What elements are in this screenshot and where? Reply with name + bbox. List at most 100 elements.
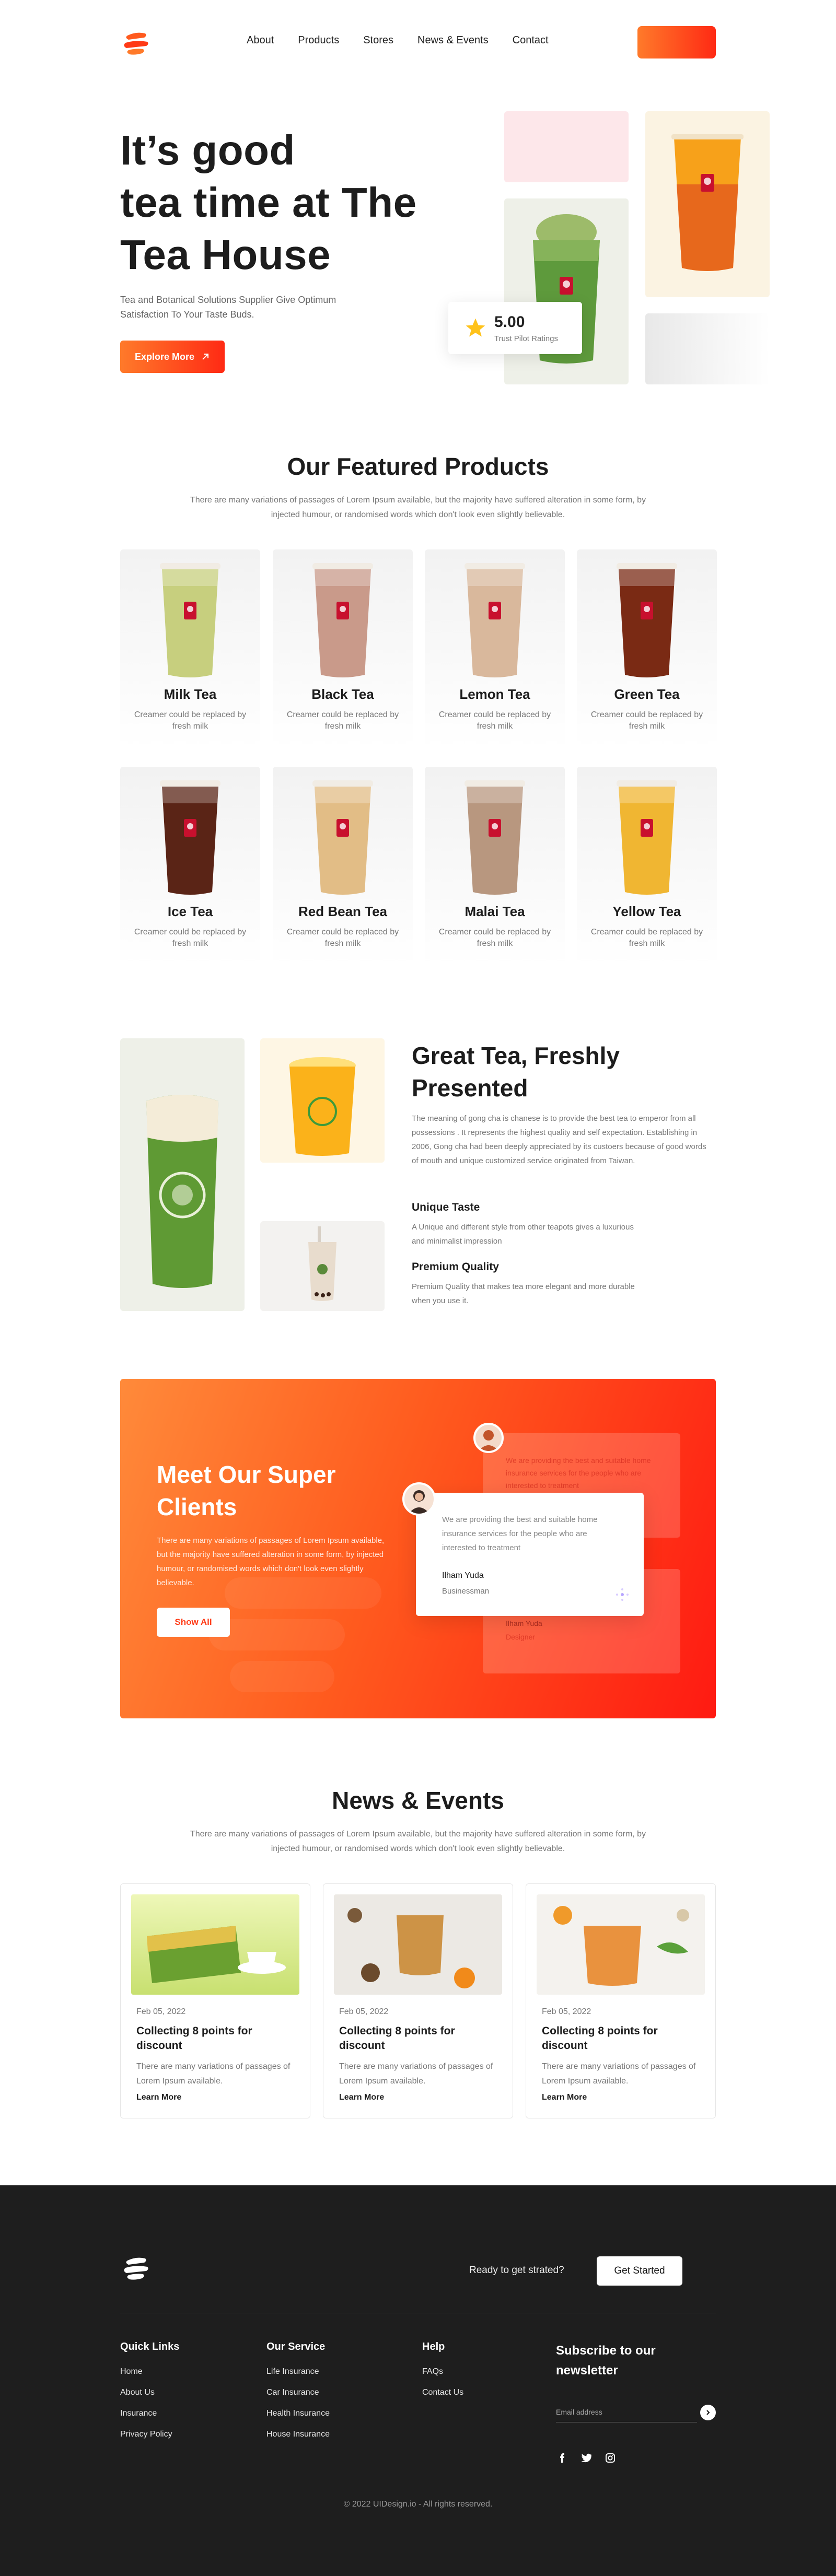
footer-link-health-insurance[interactable]: Health Insurance [266,2409,330,2418]
quote-icon [616,1588,629,1601]
product-card[interactable]: Red Bean Tea Creamer could be replaced by… [273,767,413,965]
nav-link-news-events[interactable]: News & Events [417,34,489,46]
product-description: Creamer could be replaced by fresh milk [286,710,399,731]
news-desc: There are many variations of passages of… [339,2062,493,2086]
product-card[interactable]: Black Tea Creamer could be replaced by fr… [273,549,413,748]
help-title: Help [422,2341,445,2352]
unique-taste-text: A Unique and different style from other … [412,1223,634,1246]
news-date: Feb 05, 2022 [339,2007,389,2016]
newsletter-submit-button[interactable] [700,2405,716,2420]
news-date: Feb 05, 2022 [136,2007,186,2016]
nav-link-contact[interactable]: Contact [513,34,549,46]
hero-title: It’s good tea time at The Tea House [120,124,455,281]
green-tea-cup-image [533,214,600,364]
chevron-right-icon [706,2410,710,2415]
get-started-button[interactable]: Get Started [597,2256,682,2286]
show-all-button[interactable]: Show All [157,1608,230,1637]
footer-link-contact-us[interactable]: Contact Us [422,2388,463,2397]
nav-link-about[interactable]: About [247,34,274,46]
news-desc: There are many variations of passages of… [542,2062,696,2086]
ghost-testimonial-text: We are providing the best and suitable h… [506,1456,651,1490]
news-card[interactable]: Feb 05, 2022 Collecting 8 points for dis… [526,1883,716,2118]
nav-cta-button[interactable] [637,26,716,58]
explore-more-button[interactable]: Explore More [120,341,225,373]
tea-house-logo-icon[interactable] [120,27,154,61]
product-description: Creamer could be replaced by fresh milk [590,928,703,948]
boba-cup-image [308,1226,336,1301]
footer-link-house-insurance[interactable]: House Insurance [266,2430,330,2439]
tea-house-logo-icon[interactable] [120,2252,154,2286]
clients-description: There are many variations of passages of… [157,1536,385,1587]
clients-title-line-2: Clients [157,1493,237,1520]
featured-description: There are many variations of passages of… [190,496,646,519]
product-card[interactable]: Lemon Tea Creamer could be replaced by fr… [425,549,565,748]
avatar-top [473,1423,504,1453]
news-card[interactable]: Feb 05, 2022 Collecting 8 points for dis… [323,1883,513,2118]
premium-quality-title: Premium Quality [412,1261,499,1273]
footer-link-life-insurance[interactable]: Life Insurance [266,2367,319,2376]
hero-image-pink [504,111,629,182]
learn-more-link[interactable]: Learn More [136,2093,181,2102]
product-cup-image [312,780,373,895]
person-avatar-icon [409,1490,429,1514]
news-image-herbal-tea [537,1894,705,1995]
great-tea-title-line-1: Great Tea, Freshly [412,1042,620,1069]
product-card[interactable]: Malai Tea Creamer could be replaced by fr… [425,767,565,965]
product-cup-image [312,563,373,677]
clients-title: Meet Our Super Clients [157,1458,376,1523]
rating-value: 5.00 [494,313,525,331]
footer-link-faqs[interactable]: FAQs [422,2367,443,2376]
news-card[interactable]: Feb 05, 2022 Collecting 8 points for dis… [120,1883,310,2118]
premium-quality-text: Premium Quality that makes tea more eleg… [412,1282,635,1305]
footer-link-car-insurance[interactable]: Car Insurance [266,2388,319,2397]
hero-image-gray [645,313,770,384]
newsletter-title: Subscribe to our newsletter [556,2344,656,2378]
ghost-role: Designer [506,1633,536,1641]
arrow-up-right-icon [202,354,209,360]
newsletter-email-input[interactable] [556,2402,697,2422]
mango-cup-image [289,1057,356,1156]
product-card[interactable]: Milk Tea Creamer could be replaced by fre… [120,549,260,748]
matcha-cup-image [146,1095,218,1288]
instagram-icon[interactable] [604,2452,617,2464]
featured-title: Our Featured Products [287,453,549,480]
testimonial-role: Businessman [442,1587,490,1596]
nav-link-stores[interactable]: Stores [363,34,393,46]
product-cup-image [465,563,525,677]
footer-link-privacy-policy[interactable]: Privacy Policy [120,2430,172,2439]
learn-more-link[interactable]: Learn More [542,2093,587,2102]
product-name: Black Tea [311,686,374,702]
herbal-tea-image [553,1906,689,1986]
learn-more-link[interactable]: Learn More [339,2093,384,2102]
news-title: Collecting 8 points for discount [136,2025,252,2052]
hero-title-line-3: Tea House [120,231,331,278]
nav-link-products[interactable]: Products [298,34,339,46]
product-card[interactable]: Yellow Tea Creamer could be replaced by f… [577,767,717,965]
hero-title-line-1: It’s good [120,127,295,173]
ready-text: Ready to get strated? [469,2265,564,2276]
footer-link-insurance[interactable]: Insurance [120,2409,157,2418]
clients-section: Meet Our Super Clients There are many va… [120,1379,716,1718]
tea-cup-image [347,1908,475,1988]
nav-links: About Products Stores News & Events Cont… [247,34,573,46]
twitter-icon[interactable] [580,2452,593,2464]
testimonial-text: We are providing the best and suitable h… [442,1515,598,1552]
news-image-green-box [131,1894,299,1995]
product-card[interactable]: Ice Tea Creamer could be replaced by fres… [120,767,260,965]
facebook-icon[interactable] [556,2452,568,2464]
footer: Ready to get strated? Get Started Quick … [0,2185,836,2576]
footer-link-home[interactable]: Home [120,2367,143,2376]
great-tea-title-line-2: Presented [412,1074,528,1102]
product-name: Yellow Tea [612,904,681,919]
quick-links-title: Quick Links [120,2341,180,2352]
footer-link-about-us[interactable]: About Us [120,2388,155,2397]
tea-box-image [147,1926,286,1983]
rating-label: Trust Pilot Ratings [494,334,558,343]
product-name: Lemon Tea [459,686,530,702]
news-image-tea-cup [334,1894,502,1995]
clients-title-line-1: Meet Our Super [157,1461,336,1488]
unique-taste-title: Unique Taste [412,1201,480,1213]
product-card[interactable]: Green Tea Creamer could be replaced by fr… [577,549,717,748]
hero-title-line-2: tea time at The [120,179,417,226]
matcha-drink-image [120,1038,245,1311]
